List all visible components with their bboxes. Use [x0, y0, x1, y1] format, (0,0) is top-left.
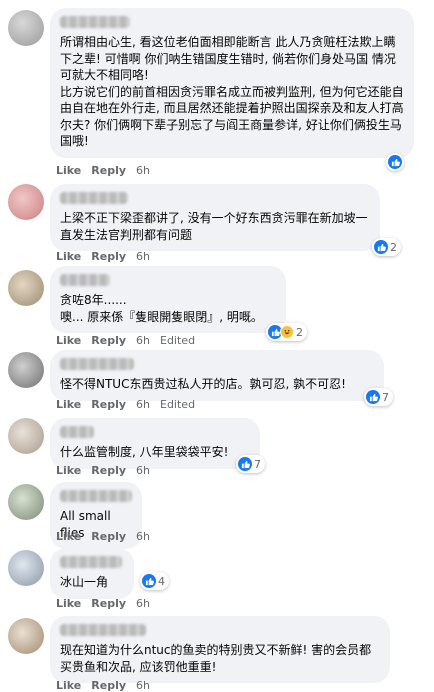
reaction-count: 7 [254, 457, 261, 471]
comment-text: 冰山一角 [60, 575, 109, 589]
avatar[interactable] [8, 618, 44, 654]
reaction-badge[interactable]: 2 [372, 238, 401, 256]
reaction-count: 4 [158, 574, 165, 588]
comment-timestamp[interactable]: 6h [136, 164, 150, 177]
comment-timestamp[interactable]: 6h [136, 334, 150, 347]
commenter-name-blurred[interactable] [60, 426, 94, 438]
commenter-name-blurred[interactable] [60, 274, 110, 286]
comment-bubble: 现在知道为什么ntuc的鱼卖的特别贵又不新鲜! 害的会员都买贵鱼和次品, 应该罚… [50, 616, 390, 683]
comment-text: 贪咗8年...... 噢... 原来係『隻眼開隻眼閉』, 明嘅。 [60, 293, 263, 324]
commenter-name-blurred[interactable] [60, 358, 134, 370]
reply-button[interactable]: Reply [91, 679, 126, 692]
comment-actions: Like Reply 6h [56, 597, 150, 610]
avatar[interactable] [8, 484, 44, 520]
avatar[interactable] [8, 270, 44, 306]
like-button[interactable]: Like [56, 597, 81, 610]
comment-timestamp[interactable]: 6h [136, 250, 150, 263]
comment-timestamp[interactable]: 6h [136, 679, 150, 692]
reaction-badge[interactable]: 7 [236, 455, 265, 473]
comment-timestamp[interactable]: 6h [136, 530, 150, 543]
commenter-name-blurred[interactable] [60, 490, 132, 502]
avatar[interactable] [8, 418, 44, 454]
reaction-badge[interactable]: 4 [140, 572, 169, 590]
avatar[interactable] [8, 10, 44, 46]
reply-button[interactable]: Reply [91, 530, 126, 543]
comment-bubble: 什么监管制度, 八年里袋袋平安! [50, 418, 260, 469]
reaction-count: 7 [382, 390, 389, 404]
comment-actions: Like Reply 6h [56, 679, 150, 692]
laughing-face-icon [280, 325, 294, 339]
edited-label[interactable]: Edited [160, 398, 195, 411]
commenter-name-blurred[interactable] [60, 556, 122, 568]
thumbs-up-icon [142, 574, 156, 588]
reaction-count: 2 [390, 240, 397, 254]
comment-actions: Like Reply 6h Edited [56, 334, 195, 347]
comment-text: 现在知道为什么ntuc的鱼卖的特别贵又不新鲜! 害的会员都买贵鱼和次品, 应该罚… [60, 643, 372, 674]
reply-button[interactable]: Reply [91, 164, 126, 177]
reply-button[interactable]: Reply [91, 464, 126, 477]
reaction-count: 2 [296, 325, 303, 339]
comment-actions: Like Reply 6h [56, 464, 150, 477]
like-button[interactable]: Like [56, 464, 81, 477]
comment-timestamp[interactable]: 6h [136, 597, 150, 610]
comment-actions: Like Reply 6h [56, 530, 150, 543]
commenter-name-blurred[interactable] [60, 16, 130, 28]
reply-button[interactable]: Reply [91, 398, 126, 411]
comment-actions: Like Reply 6h [56, 164, 150, 177]
thumbs-up-icon [374, 240, 388, 254]
edited-label[interactable]: Edited [160, 334, 195, 347]
like-button[interactable]: Like [56, 398, 81, 411]
comment-text: 什么监管制度, 八年里袋袋平安! [60, 445, 229, 459]
avatar[interactable] [8, 550, 44, 586]
like-button[interactable]: Like [56, 250, 81, 263]
reply-button[interactable]: Reply [91, 250, 126, 263]
reaction-badge[interactable]: 7 [364, 388, 393, 406]
reply-button[interactable]: Reply [91, 597, 126, 610]
comment-actions: Like Reply 6h Edited [56, 398, 195, 411]
comment-bubble: 所谓相由心生, 看这位老伯面相即能断言 此人乃贪赃枉法欺上瞒下之辈! 可惜啊 你… [50, 8, 414, 158]
reaction-badge[interactable]: 2 [266, 323, 307, 341]
like-button[interactable]: Like [56, 679, 81, 692]
reaction-badge[interactable] [386, 153, 404, 171]
comment-actions: Like Reply 6h [56, 250, 150, 263]
thumbs-up-icon [238, 457, 252, 471]
comment-text: 所谓相由心生, 看这位老伯面相即能断言 此人乃贪赃枉法欺上瞒下之辈! 可惜啊 你… [60, 35, 404, 148]
comment-timestamp[interactable]: 6h [136, 398, 150, 411]
comment-bubble: 上梁不正下梁歪都讲了, 没有一个好东西贪污罪在新加坡一直发生法官判刑都有问题 [50, 184, 380, 251]
avatar[interactable] [8, 184, 44, 220]
commenter-name-blurred[interactable] [60, 624, 146, 636]
thumbs-up-icon [366, 390, 380, 404]
comment-text: 上梁不正下梁歪都讲了, 没有一个好东西贪污罪在新加坡一直发生法官判刑都有问题 [60, 211, 368, 242]
comment-bubble: 贪咗8年...... 噢... 原来係『隻眼開隻眼閉』, 明嘅。 [50, 266, 286, 333]
comment-bubble: 怪不得NTUC东西贵过私人开的店。孰可忍, 孰不可忍! [50, 350, 384, 401]
like-button[interactable]: Like [56, 334, 81, 347]
comment-text: 怪不得NTUC东西贵过私人开的店。孰可忍, 孰不可忍! [60, 377, 346, 391]
thumbs-up-icon [388, 155, 402, 169]
avatar[interactable] [8, 352, 44, 388]
like-button[interactable]: Like [56, 164, 81, 177]
like-button[interactable]: Like [56, 530, 81, 543]
commenter-name-blurred[interactable] [60, 192, 128, 204]
reply-button[interactable]: Reply [91, 334, 126, 347]
comment-bubble: 冰山一角 [50, 548, 134, 599]
comment-timestamp[interactable]: 6h [136, 464, 150, 477]
